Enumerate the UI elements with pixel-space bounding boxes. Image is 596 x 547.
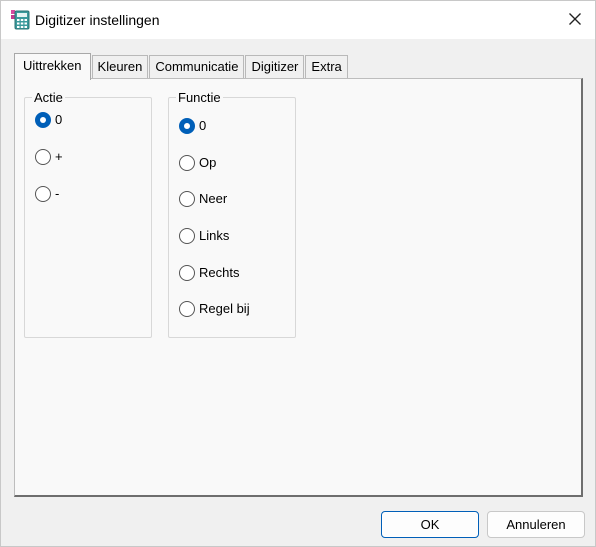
actie-radio-label: - <box>55 186 60 201</box>
functie-radio-op[interactable]: Op <box>179 155 216 171</box>
functie-radio-label: Rechts <box>199 265 240 280</box>
functie-radio-0[interactable]: 0 <box>179 118 206 134</box>
functie-radio-regel-bij[interactable]: Regel bij <box>179 301 250 317</box>
radio-checked-icon <box>35 112 51 128</box>
functie-radio-label: Neer <box>199 191 228 206</box>
functie-radio-label: Regel bij <box>199 301 250 316</box>
calculator-icon <box>11 10 30 30</box>
radio-unchecked-icon <box>35 186 51 202</box>
close-icon <box>569 12 581 28</box>
cancel-button[interactable]: Annuleren <box>487 511 585 538</box>
radio-unchecked-icon <box>179 228 195 244</box>
actie-radio-label: 0 <box>55 112 63 127</box>
radio-unchecked-icon <box>179 265 195 281</box>
window-title: Digitizer instellingen <box>35 12 160 28</box>
dialog-window: Digitizer instellingen Uittrekken Kleure… <box>0 0 596 547</box>
radio-unchecked-icon <box>35 149 51 165</box>
functie-radio-label: Op <box>199 155 217 170</box>
functie-legend: Functie <box>176 90 223 105</box>
functie-radio-label: 0 <box>199 118 207 133</box>
tab-communicatie[interactable]: Communicatie <box>149 55 245 79</box>
actie-groupbox: Actie 0 + - <box>24 90 152 338</box>
actie-legend: Actie <box>32 90 65 105</box>
functie-radio-neer[interactable]: Neer <box>179 191 227 207</box>
ok-button[interactable]: OK <box>381 511 479 538</box>
actie-radio-minus[interactable]: - <box>35 186 59 202</box>
radio-unchecked-icon <box>179 155 195 171</box>
actie-radio-0[interactable]: 0 <box>35 112 62 128</box>
radio-unchecked-icon <box>179 191 195 207</box>
tab-panel-uittrekken: Actie 0 + - Functie 0 Op Neer Links Rech… <box>14 78 583 497</box>
close-button[interactable] <box>557 5 593 35</box>
tab-kleuren[interactable]: Kleuren <box>91 55 149 79</box>
functie-groupbox: Functie 0 Op Neer Links Rechts Regel bij <box>168 90 296 338</box>
radio-unchecked-icon <box>179 301 195 317</box>
title-bar: Digitizer instellingen <box>1 1 595 39</box>
functie-radio-links[interactable]: Links <box>179 228 229 244</box>
functie-radio-rechts[interactable]: Rechts <box>179 265 239 281</box>
actie-radio-label: + <box>55 149 63 164</box>
radio-checked-icon <box>179 118 195 134</box>
tab-digitizer[interactable]: Digitizer <box>245 55 305 79</box>
tab-strip: Uittrekken Kleuren Communicatie Digitize… <box>14 53 349 80</box>
tab-extra[interactable]: Extra <box>305 55 348 79</box>
tab-uittrekken[interactable]: Uittrekken <box>14 53 91 80</box>
actie-radio-plus[interactable]: + <box>35 149 63 165</box>
functie-radio-label: Links <box>199 228 230 243</box>
